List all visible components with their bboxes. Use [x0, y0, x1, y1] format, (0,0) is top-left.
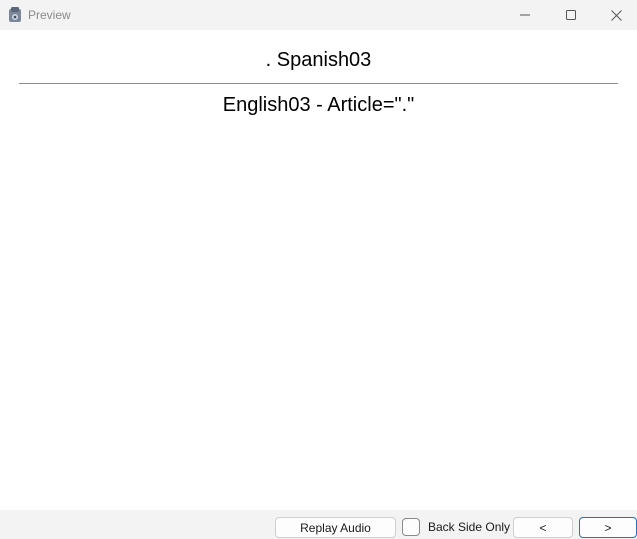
- minimize-button[interactable]: [502, 0, 548, 30]
- window-title: Preview: [28, 8, 71, 22]
- card-divider: [19, 83, 618, 84]
- card-front-text: . Spanish03: [265, 49, 372, 71]
- previous-card-button[interactable]: <: [513, 517, 573, 538]
- replay-audio-button[interactable]: Replay Audio: [275, 517, 396, 538]
- title-bar[interactable]: Preview: [0, 0, 637, 30]
- close-button[interactable]: [593, 0, 637, 30]
- bottom-toolbar: Replay Audio Back Side Only < >: [0, 510, 637, 539]
- maximize-button[interactable]: [548, 0, 594, 30]
- minimize-icon: [520, 10, 530, 20]
- maximize-icon: [566, 10, 576, 20]
- card-back-text: English03 - Article=".": [222, 94, 415, 116]
- next-card-button[interactable]: >: [579, 517, 637, 538]
- close-icon: [610, 9, 622, 21]
- card-preview-area: . Spanish03 English03 - Article=".": [0, 30, 637, 510]
- back-side-only-checkbox[interactable]: [402, 518, 420, 536]
- app-icon: [8, 7, 22, 23]
- back-side-only-label[interactable]: Back Side Only: [428, 520, 510, 534]
- preview-window: Preview . Spanish03 English03 - Article=…: [0, 0, 637, 539]
